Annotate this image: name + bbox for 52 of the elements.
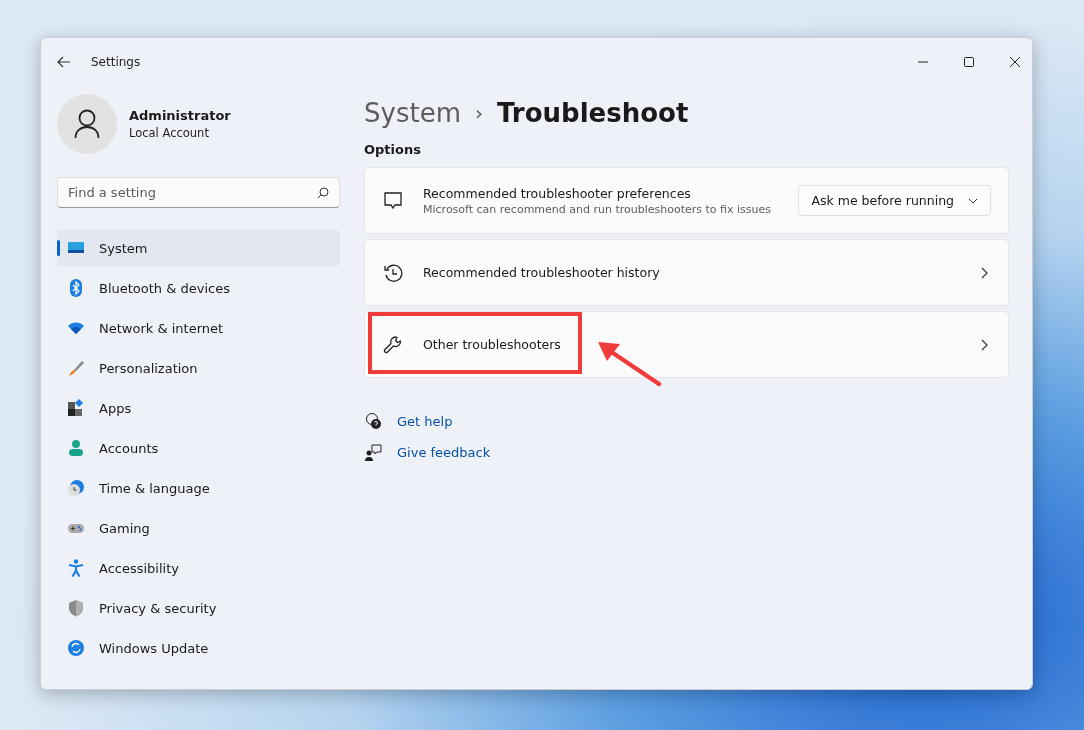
nav-item[interactable]: Time & language — [57, 470, 340, 506]
chevron-right-icon — [981, 338, 988, 351]
back-arrow-icon[interactable] — [57, 56, 71, 68]
person-icon — [74, 109, 100, 139]
account-type: Local Account — [129, 126, 210, 140]
search-icon[interactable] — [317, 187, 329, 199]
option-card[interactable]: Recommended troubleshooter history — [364, 239, 1009, 306]
nav-item[interactable]: System — [57, 230, 340, 266]
option-title: Other troubleshooters — [423, 337, 562, 352]
option-description: Microsoft can recommend and run troubleshooters to fix issues — [423, 202, 772, 216]
nav-item[interactable]: Accessibility — [57, 550, 340, 586]
help-link[interactable]: Give feedback — [397, 444, 491, 460]
selection-indicator — [57, 240, 60, 256]
maximize-icon[interactable] — [964, 57, 974, 67]
option-card[interactable]: Other troubleshooters — [364, 311, 1009, 378]
nav-item[interactable]: Personalization — [57, 350, 340, 386]
feedback-icon — [364, 443, 382, 461]
clock-globe-icon — [67, 479, 85, 497]
help-link[interactable]: Get help — [397, 413, 453, 429]
section-heading: Options — [364, 142, 422, 157]
account-name: Administrator — [129, 108, 231, 123]
apps-icon — [67, 399, 85, 417]
nav-item[interactable]: Accounts — [57, 430, 340, 466]
nav-item[interactable]: Gaming — [57, 510, 340, 546]
shield-icon — [67, 599, 85, 617]
nav-item[interactable]: Network & internet — [57, 310, 340, 346]
breadcrumb-separator: › — [474, 101, 483, 125]
chevron-down-icon — [968, 197, 978, 204]
breadcrumb-link[interactable]: System — [364, 98, 461, 128]
person-icon — [67, 439, 85, 457]
sync-icon — [67, 639, 85, 657]
page-title: Troubleshoot — [496, 98, 689, 128]
option-title: Recommended troubleshooter history — [423, 265, 661, 280]
nav-item[interactable]: Windows Update — [57, 630, 340, 666]
window-title: Settings — [91, 55, 141, 69]
speech-bubble-icon — [383, 190, 403, 211]
close-icon[interactable] — [1010, 57, 1020, 67]
bluetooth-icon — [67, 279, 85, 297]
dropdown[interactable]: Ask me before running — [798, 185, 991, 216]
nav-item[interactable]: Privacy & security — [57, 590, 340, 626]
nav-item[interactable]: Bluetooth & devices — [57, 270, 340, 306]
history-icon — [383, 262, 403, 283]
nav-item[interactable]: Apps — [57, 390, 340, 426]
wrench-icon — [383, 334, 403, 355]
paintbrush-icon — [67, 359, 85, 377]
accessibility-figure-icon — [67, 559, 85, 577]
chevron-right-icon — [981, 266, 988, 279]
pointer-arrow — [596, 339, 662, 387]
option-title: Recommended troubleshooter preferences — [423, 185, 692, 201]
option-card[interactable]: Recommended troubleshooter preferences Microsoft can recommend and run troubleshooters to fix issues Ask me before running — [364, 167, 1009, 234]
search-field[interactable]: Find a setting — [57, 177, 340, 208]
help-bubble-icon — [364, 412, 382, 430]
